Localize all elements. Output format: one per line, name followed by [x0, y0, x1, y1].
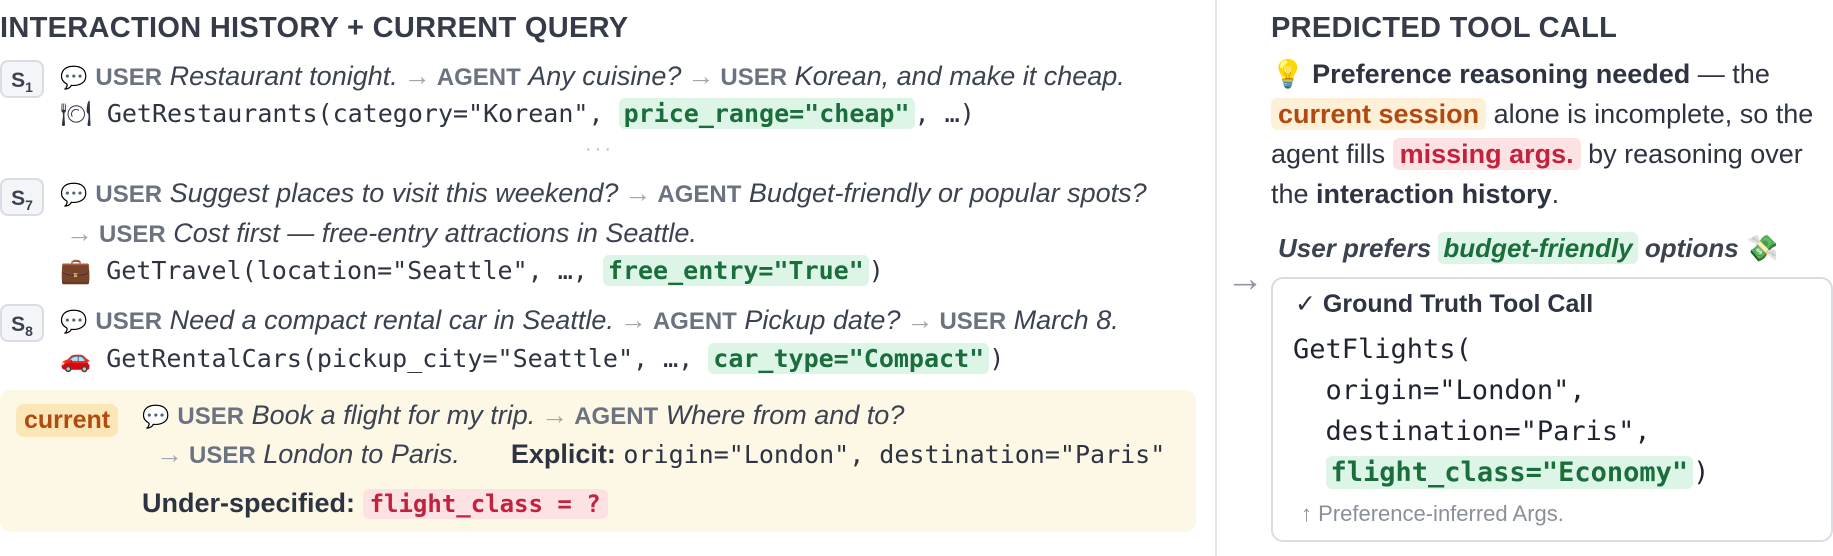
session-badge-s7: S7 — [0, 178, 44, 216]
right-panel-title: PREDICTED TOOL CALL — [1271, 12, 1618, 44]
check-icon: ✓ — [1295, 290, 1316, 318]
arrow-icon: → — [687, 61, 715, 91]
current-badge: current — [16, 404, 119, 437]
preference-inferred-footnote: ↑ Preference-inferred Args. — [1301, 501, 1564, 526]
preference-line: User prefers budget-friendly options 💸 — [1278, 232, 1779, 264]
reasoning-text: 💡 Preference reasoning needed — the curr… — [1271, 59, 1814, 209]
session-badge-s8: S8 — [0, 304, 44, 342]
session-badge-s1: S1 — [0, 60, 44, 98]
speech-bubble-icon: 💬 — [60, 309, 88, 334]
arrow-icon: → — [156, 439, 183, 469]
ground-truth-box: ✓ Ground Truth Tool Call GetFlights( ori… — [1271, 277, 1833, 542]
arrow-icon: → — [403, 61, 431, 91]
dining-icon: 🍽 — [60, 99, 92, 128]
ellipsis-separator: ··· — [585, 138, 614, 160]
ground-truth-title: ✓ Ground Truth Tool Call — [1295, 290, 1594, 318]
session-dialog-s1: 💬 USER Restaurant tonight. → AGENT Any cuis… — [60, 61, 1125, 91]
money-icon: 💸 — [1745, 233, 1779, 263]
current-dialog-line2: → USER London to Paris. Explicit: origin=… — [156, 439, 1166, 469]
speech-bubble-icon: 💬 — [60, 182, 88, 207]
current-session-panel: current 💬 USER Book a flight for my trip.… — [0, 390, 1196, 532]
left-panel-title: INTERACTION HISTORY + CURRENT QUERY — [0, 12, 629, 44]
tool-call-s1: 🍽 GetRestaurants(category="Korean", pric… — [60, 98, 975, 129]
lightbulb-icon: 💡 — [1271, 59, 1305, 89]
briefcase-icon: 💼 — [60, 256, 92, 285]
arrow-icon: → — [541, 400, 569, 430]
session-dialog-s7: 💬 USER Suggest places to visit this weeke… — [60, 178, 1147, 248]
session-dialog-s8: 💬 USER Need a compact rental car in Seatt… — [60, 305, 1119, 335]
tool-call-s7: 💼 GetTravel(location="Seattle", …, free_… — [60, 255, 884, 286]
speech-bubble-icon: 💬 — [60, 65, 88, 90]
flow-arrow-icon: → — [1226, 258, 1264, 300]
arrow-icon: → — [624, 178, 652, 208]
ground-truth-code: GetFlights( origin="London", destination… — [1293, 334, 1710, 489]
arrow-icon: → — [619, 305, 647, 335]
car-icon: 🚗 — [60, 344, 92, 373]
current-dialog-line1: 💬 USER Book a flight for my trip. → AGENT W… — [142, 400, 905, 430]
tool-call-s8: 🚗 GetRentalCars(pickup_city="Seattle", …… — [60, 343, 1005, 374]
arrow-icon: → — [66, 218, 93, 248]
panel-divider — [1215, 0, 1217, 556]
underspecified-line: Under-specified: flight_class = ? — [142, 484, 608, 523]
arrow-icon: → — [906, 305, 934, 335]
speech-bubble-icon: 💬 — [142, 404, 170, 429]
